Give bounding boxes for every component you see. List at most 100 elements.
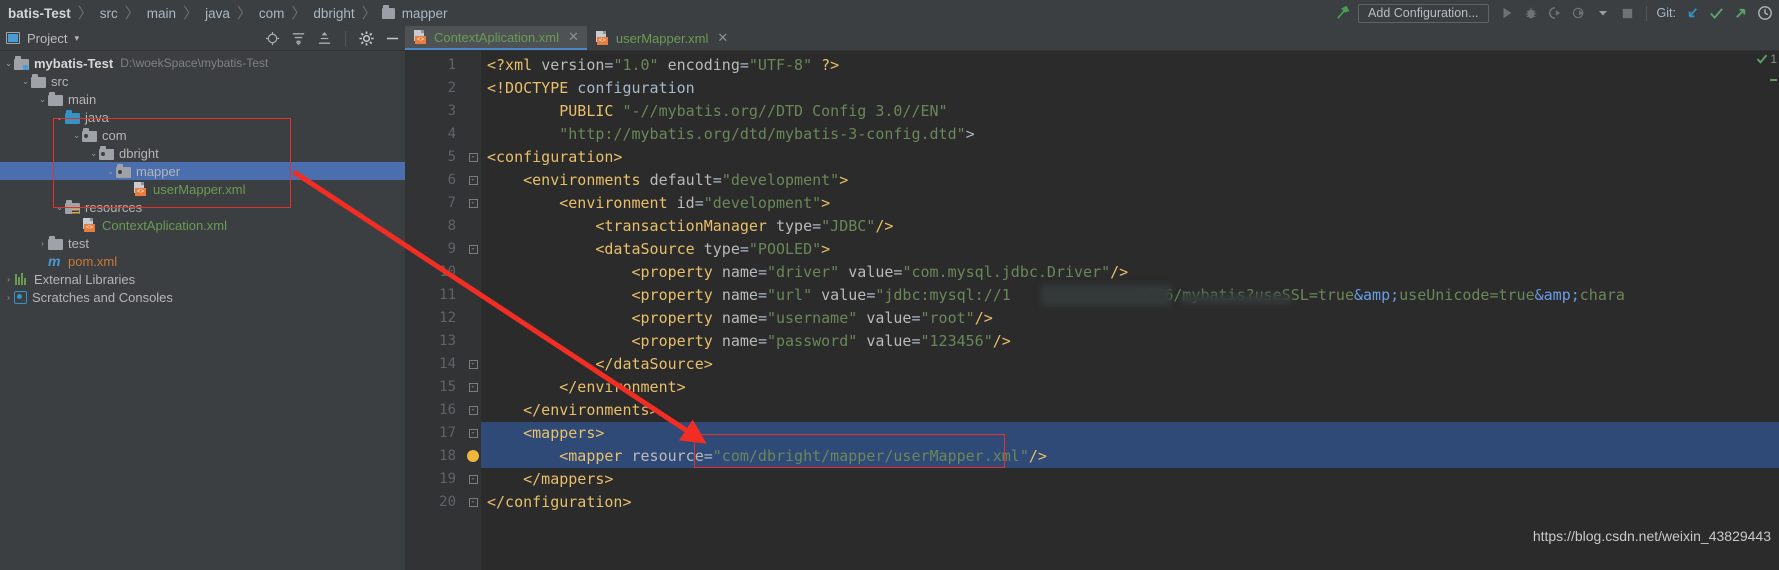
redacted-region — [1181, 294, 1291, 304]
line-number: 1 — [447, 57, 456, 73]
breadcrumb-item-label: main — [146, 5, 177, 21]
chevron-right-icon[interactable]: › — [3, 292, 14, 302]
code-token: <environment — [559, 194, 677, 212]
stop-icon[interactable] — [1619, 5, 1636, 22]
inspection-count: 1 — [1770, 52, 1777, 66]
xml-icon: <> — [82, 218, 97, 232]
code-line-17[interactable]: <mappers> — [481, 422, 1779, 445]
code-folding-gutter[interactable]: ---------- — [465, 51, 481, 570]
code-line-10[interactable]: <property name="driver" value="com.mysql… — [481, 261, 1779, 284]
code-token: = — [757, 286, 767, 304]
project-view-chevron-down-icon[interactable]: ▾ — [74, 33, 79, 44]
hide-minimize-icon[interactable] — [384, 30, 401, 47]
code-line-9[interactable]: <dataSource type="POOLED"> — [481, 238, 1779, 261]
tree-node-pom-xml[interactable]: ›mpom.xml — [0, 252, 405, 270]
tree-node-test[interactable]: › test — [0, 234, 405, 252]
tree-node-external-libraries[interactable]: › External Libraries — [0, 270, 405, 288]
code-line-18[interactable]: <mapper resource="com/dbright/mapper/use… — [467, 445, 1779, 468]
inspection-widget[interactable]: 1 — [1756, 52, 1777, 66]
chevron-right-icon[interactable]: › — [37, 238, 48, 248]
code-line-16[interactable]: </environments> — [481, 399, 1779, 422]
close-icon[interactable]: ✕ — [568, 29, 579, 45]
code-token: = — [866, 286, 876, 304]
collapse-all-icon[interactable] — [316, 30, 333, 47]
code-token: "http://mybatis.org/dtd/mybatis-3-config… — [559, 125, 966, 143]
code-token: value — [866, 332, 912, 350]
code-line-14[interactable]: </dataSource> — [481, 353, 1779, 376]
code-line-2[interactable]: <!DOCTYPE configuration — [481, 77, 1779, 100]
code-line-13[interactable]: <property name="password" value="123456"… — [481, 330, 1779, 353]
breadcrumb-item-main[interactable]: main — [145, 6, 178, 21]
expand-all-icon[interactable] — [290, 30, 307, 47]
fold-toggle[interactable]: - — [465, 491, 481, 514]
debug-icon[interactable] — [1523, 5, 1540, 22]
tree-node-main[interactable]: ⌄ main — [0, 90, 405, 108]
close-icon[interactable]: ✕ — [717, 30, 728, 46]
code-line-11[interactable]: <property name="url" value="jdbc:mysql:/… — [481, 284, 1779, 307]
code-line-5[interactable]: <configuration> — [481, 146, 1779, 169]
build-hammer-icon[interactable] — [1334, 5, 1351, 22]
intention-bulb-icon[interactable] — [467, 450, 479, 462]
tree-node-contextaplication-xml[interactable]: ›<>ContextAplication.xml — [0, 216, 405, 234]
tree-node-src[interactable]: ⌄ src — [0, 72, 405, 90]
fold-toggle[interactable]: - — [465, 422, 481, 445]
breadcrumb-item-label: java — [205, 5, 230, 21]
code-line-8[interactable]: <transactionManager type="JDBC"/> — [481, 215, 1779, 238]
fold-toggle[interactable]: - — [465, 376, 481, 399]
run-with-coverage-icon[interactable] — [1547, 5, 1564, 22]
chevron-down-icon[interactable]: ⌄ — [3, 58, 14, 69]
git-push-icon[interactable] — [1732, 5, 1749, 22]
code-line-20[interactable]: </configuration> — [481, 491, 1779, 514]
run-icon[interactable] — [1499, 5, 1516, 22]
code-editor[interactable]: 1 2 3 4 5 6 7 8 9 10 11 12 13 14 15 16 17 18 19 20 --------… — [405, 51, 1779, 570]
settings-gear-icon[interactable] — [358, 30, 375, 47]
chevron-down-icon[interactable]: ⌄ — [20, 76, 31, 87]
code-line-3[interactable]: PUBLIC "-//mybatis.org//DTD Config 3.0//… — [481, 100, 1779, 123]
tree-node-label: test — [68, 235, 89, 251]
line-number: 14 — [439, 356, 456, 372]
breadcrumb-item-mapper[interactable]: mapper — [381, 4, 450, 21]
fold-toggle[interactable]: - — [465, 146, 481, 169]
line-number: 15 — [439, 379, 456, 395]
chevron-down-icon[interactable]: ⌄ — [37, 94, 48, 105]
breadcrumb-item-batis-test[interactable]: batis-Test — [6, 6, 73, 21]
tree-node-scratches-and-consoles[interactable]: › Scratches and Consoles — [0, 288, 405, 306]
editor-scrollbar[interactable] — [1767, 77, 1779, 570]
editor-tab-contextaplication-xml[interactable]: <> ContextAplication.xml ✕ — [405, 26, 587, 50]
code-line-4[interactable]: "http://mybatis.org/dtd/mybatis-3-config… — [481, 123, 1779, 146]
tree-node-mybatis-test[interactable]: ⌄ mybatis-Test D:\woekSpace\mybatis-Test — [0, 54, 405, 72]
editor-tab-usermapper-xml[interactable]: <> userMapper.xml ✕ — [587, 26, 736, 50]
code-line-6[interactable]: <environments default="development"> — [481, 169, 1779, 192]
dropdown-caret-icon[interactable] — [1595, 5, 1612, 22]
chevron-right-icon[interactable]: › — [3, 274, 14, 284]
fold-toggle[interactable]: - — [465, 238, 481, 261]
locate-target-icon[interactable] — [264, 30, 281, 47]
code-line-12[interactable]: <property name="username" value="root"/> — [481, 307, 1779, 330]
code-line-19[interactable]: </mappers> — [481, 468, 1779, 491]
code-content[interactable]: <?xml version="1.0" encoding="UTF-8" ?> <… — [467, 51, 1779, 570]
fold-toggle[interactable]: - — [465, 399, 481, 422]
code-token: name — [721, 263, 758, 281]
git-commit-icon[interactable] — [1708, 5, 1725, 22]
fold-toggle[interactable]: - — [465, 353, 481, 376]
breadcrumb-item-src[interactable]: src — [98, 6, 120, 21]
breadcrumb-item-dbright[interactable]: dbright — [311, 6, 356, 21]
code-line-1[interactable]: <?xml version="1.0" encoding="UTF-8" ?> — [481, 54, 1779, 77]
fold-toggle[interactable]: - — [465, 169, 481, 192]
breadcrumb-item-java[interactable]: java — [203, 6, 232, 21]
code-token: <mapper — [559, 447, 632, 465]
fold-toggle[interactable]: - — [465, 192, 481, 215]
breadcrumb-item-com[interactable]: com — [257, 6, 287, 21]
profile-icon[interactable] — [1571, 5, 1588, 22]
fold-toggle[interactable]: - — [465, 468, 481, 491]
code-line-15[interactable]: </environment> — [481, 376, 1779, 399]
add-configuration-button[interactable]: Add Configuration... — [1358, 3, 1489, 23]
code-line-7[interactable]: <environment id="development"> — [481, 192, 1779, 215]
history-icon[interactable] — [1756, 5, 1773, 22]
git-update-icon[interactable] — [1684, 5, 1701, 22]
